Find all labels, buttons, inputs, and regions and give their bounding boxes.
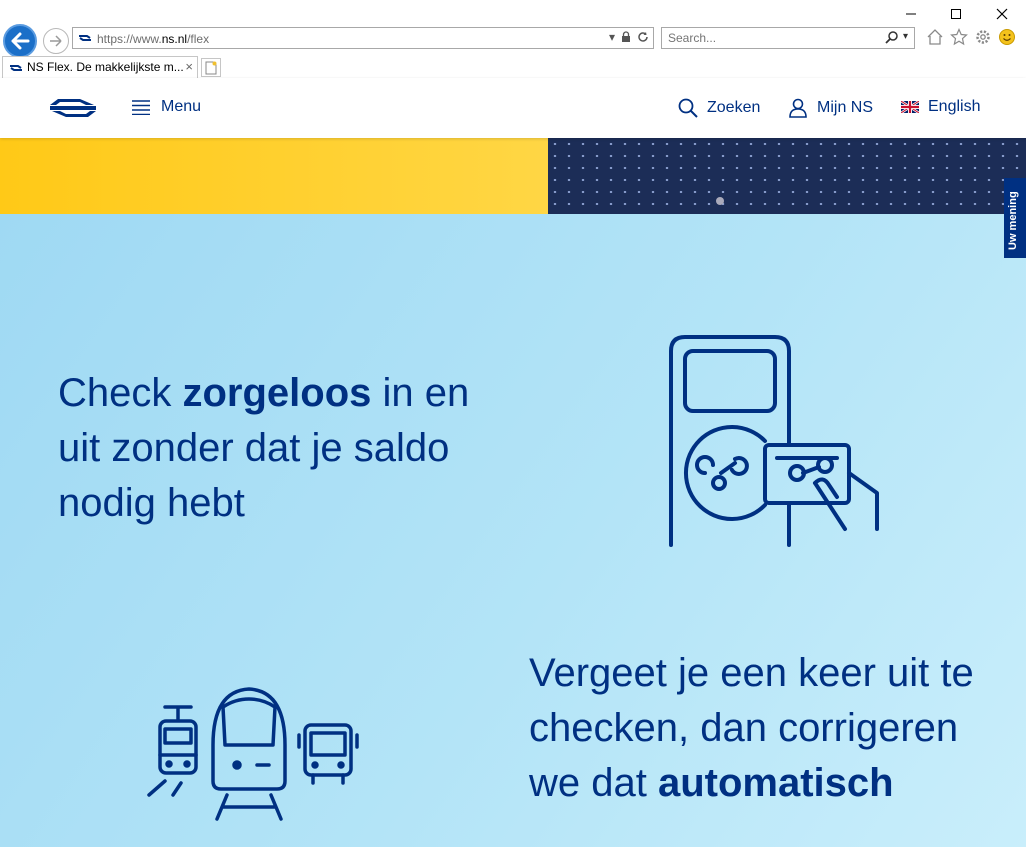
refresh-icon[interactable]	[637, 31, 649, 43]
uk-flag-icon	[901, 101, 919, 113]
new-tab-button[interactable]	[201, 58, 221, 77]
back-button[interactable]	[3, 24, 37, 58]
search-box[interactable]: ▾	[661, 27, 915, 49]
search-label: Zoeken	[707, 99, 761, 116]
forward-arrow-icon	[50, 35, 62, 47]
lock-icon[interactable]	[621, 31, 631, 43]
site-header: Menu Zoeken Mijn NS English	[0, 78, 1026, 138]
menu-button[interactable]: Menu	[131, 98, 201, 116]
back-arrow-icon	[11, 32, 30, 50]
search-icon	[678, 98, 698, 118]
address-bar[interactable]: https://www.ns.nl/flex ▾	[72, 27, 654, 49]
maximize-icon	[951, 9, 961, 19]
star-icon[interactable]	[950, 28, 968, 46]
tab-close-button[interactable]: ×	[185, 59, 193, 74]
url-domain: ns.nl	[161, 32, 188, 46]
search-link[interactable]: Zoeken	[678, 98, 760, 118]
maximize-button[interactable]	[933, 2, 979, 26]
ns-logo[interactable]	[46, 97, 100, 119]
feature-heading-checkout: Vergeet je een keer uit te checken, dan …	[529, 646, 989, 811]
url-scheme: https://	[97, 32, 134, 46]
language-label: English	[928, 98, 981, 115]
search-dropdown-icon[interactable]: ▾	[903, 30, 908, 44]
browser-toolbar: https://www.ns.nl/flex ▾ ▾	[0, 24, 1026, 58]
user-icon	[789, 98, 807, 118]
shirt-button	[716, 197, 724, 205]
url-subdomain: www.	[133, 32, 162, 46]
home-icon[interactable]	[926, 28, 944, 46]
minimize-icon	[906, 13, 916, 15]
minimize-button[interactable]	[888, 2, 934, 26]
heading-text-start: Check	[58, 371, 183, 415]
menu-label: Menu	[161, 98, 202, 115]
account-label: Mijn NS	[817, 99, 874, 116]
forward-button[interactable]	[43, 28, 69, 54]
language-link[interactable]: English	[901, 98, 980, 116]
smiley-icon[interactable]	[998, 28, 1016, 46]
feature-heading-checkin: Check zorgeloos in en uit zonder dat je …	[58, 366, 508, 531]
ns-favicon	[10, 65, 22, 71]
window-titlebar	[0, 0, 1026, 26]
heading-text-bold: zorgeloos	[182, 371, 372, 415]
tab-strip: NS Flex. De makkelijkste m... ×	[0, 56, 1026, 78]
heading-text-bold: automatisch	[657, 761, 894, 805]
address-url[interactable]: https://www.ns.nl/flex	[97, 32, 209, 46]
new-tab-icon	[205, 61, 217, 74]
tab-title: NS Flex. De makkelijkste m...	[27, 60, 184, 74]
search-icon[interactable]	[885, 30, 899, 44]
search-input[interactable]	[668, 30, 868, 46]
gear-icon[interactable]	[974, 28, 992, 46]
hamburger-icon	[132, 100, 150, 115]
ns-favicon	[79, 35, 91, 41]
transport-icon	[147, 687, 359, 821]
url-path: /flex	[187, 32, 210, 46]
hero-image	[0, 138, 1026, 214]
card-reader-icon	[669, 335, 879, 547]
feedback-tab[interactable]: Uw mening	[1004, 178, 1026, 258]
address-dropdown-icon[interactable]: ▾	[609, 30, 615, 44]
close-window-button[interactable]	[979, 2, 1025, 26]
hero-person-shirt	[548, 138, 1026, 214]
mijn-ns-link[interactable]: Mijn NS	[788, 98, 873, 118]
close-icon	[996, 8, 1008, 20]
feedback-label: Uw mening	[1007, 191, 1019, 250]
tab-ns-flex[interactable]: NS Flex. De makkelijkste m... ×	[2, 56, 198, 78]
